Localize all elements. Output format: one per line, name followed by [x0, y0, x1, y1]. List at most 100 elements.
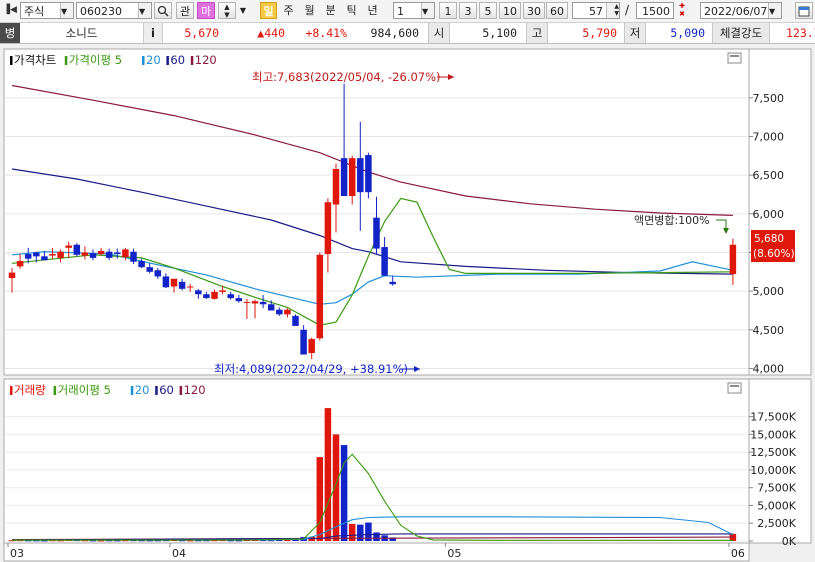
spin-button[interactable]: ▲ ▼	[218, 2, 236, 19]
legend-label: 거래량	[14, 383, 46, 397]
legend-label: 120	[184, 383, 206, 397]
volume-bar	[340, 445, 348, 541]
price-change: ▲440	[257, 26, 285, 40]
candle-body	[146, 267, 153, 272]
legend-swatch	[10, 56, 13, 65]
count-adjust-icon[interactable]: ✚ ✖	[675, 2, 689, 19]
candle-body	[81, 252, 89, 256]
count-input[interactable]: 57 ▲ ▼	[572, 2, 620, 19]
current-price: 5,670	[184, 26, 219, 40]
search-button[interactable]	[154, 2, 172, 19]
last-price-pct-label: (8.60%)	[753, 248, 795, 260]
period-tick-tab[interactable]: 틱	[343, 2, 360, 19]
volume-tick-label: 7,500K	[757, 482, 796, 495]
price-tick-label: 4,000	[753, 362, 785, 375]
low-price: 5,090	[670, 26, 705, 40]
candle-body	[373, 217, 380, 249]
stock-chart[interactable]: 가격차트 가격이평 5 20 60 120 거래량 거래이평 5 20 60 120 7,500…	[0, 44, 815, 562]
candle-body	[122, 249, 129, 258]
toolbar: ▐◀ 주식 ▼ 060230 ▼ 관 마 ▲ ▼ ▼ 일 주 월 분 틱 년 1 …	[0, 0, 815, 23]
code-input[interactable]: 060230 ▼	[76, 2, 152, 19]
interval-30-button[interactable]: 30	[523, 2, 545, 19]
legend-swatch	[179, 386, 183, 395]
volume-bar	[332, 434, 340, 541]
count-separator: /	[624, 3, 630, 17]
pane-maximize-icon[interactable]	[727, 52, 742, 64]
price-change-pct: +8.41%	[305, 26, 347, 40]
legend-swatch	[53, 386, 57, 395]
price-tick-label: 7,500	[753, 92, 785, 105]
volume-tick-label: 0K	[782, 535, 797, 548]
chevron-down-icon[interactable]: ▼	[421, 3, 434, 18]
stock-info-button[interactable]: i	[143, 23, 163, 43]
last-price-label: 5,680	[754, 233, 784, 245]
ma-button[interactable]: 마	[197, 2, 215, 19]
interval-5-button[interactable]: 5	[479, 2, 497, 19]
candle-body	[324, 202, 332, 255]
chevron-down-icon[interactable]: ▼	[60, 3, 73, 18]
interval-1-button[interactable]: 1	[439, 2, 457, 19]
candle-body	[24, 254, 32, 259]
candle-body	[292, 315, 299, 326]
candle-body	[243, 301, 251, 303]
price-tick-label: 4,500	[753, 324, 785, 337]
chevron-down-icon[interactable]: ▼	[768, 3, 781, 18]
pane-maximize-icon[interactable]	[727, 382, 742, 394]
high-label: 고	[526, 23, 548, 43]
chevron-down-icon[interactable]: ▼	[138, 3, 151, 18]
legend-label: 20	[135, 383, 150, 397]
price-tick-label: 6,500	[753, 169, 785, 182]
candle-body	[259, 301, 267, 305]
candle-body	[105, 251, 113, 258]
candle-body	[316, 254, 324, 339]
candle-body	[308, 339, 315, 353]
low-label: 저	[624, 23, 646, 43]
market-select[interactable]: 주식 ▼	[20, 2, 74, 19]
candle-body	[162, 276, 170, 288]
candle-body	[73, 244, 81, 255]
candle-body	[340, 158, 348, 197]
period-year-tab[interactable]: 년	[364, 2, 381, 19]
high-annotation: 최고:7,683(2022/05/04, -26.07%)	[252, 70, 441, 84]
low-annotation: 최저:4,089(2022/04/29, +38.91%)	[214, 362, 408, 376]
date-select[interactable]: 2022/06/07 ▼	[700, 2, 782, 19]
candle-body	[186, 286, 194, 288]
more-dropdown-icon[interactable]: ▼	[238, 2, 248, 19]
candle-body	[97, 250, 105, 255]
period-week-tab[interactable]: 주	[280, 2, 297, 19]
trade-volume: 984,600	[370, 26, 419, 40]
interval-10-button[interactable]: 10	[499, 2, 521, 19]
legend-swatch	[10, 386, 13, 395]
period-minute-tab[interactable]: 분	[322, 2, 339, 19]
candle-body	[33, 252, 40, 257]
candle-body	[219, 290, 226, 292]
strength-value: 123.7	[786, 26, 815, 40]
period-month-tab[interactable]: 월	[301, 2, 318, 19]
candle-body	[178, 281, 186, 289]
candle-body	[389, 281, 396, 285]
candle-body	[300, 329, 307, 355]
price-tick-label: 6,000	[753, 208, 785, 221]
period-day-tab[interactable]: 일	[260, 2, 277, 19]
strength-label: 체결강도	[712, 23, 770, 43]
stepper-icon[interactable]: ▲ ▼	[606, 3, 619, 18]
candle-body	[729, 244, 737, 275]
candle-body	[227, 294, 234, 299]
interval-3-button[interactable]: 3	[459, 2, 477, 19]
volume-tick-label: 2,500K	[757, 517, 796, 530]
interval-60-button[interactable]: 60	[546, 2, 568, 19]
candle-body	[49, 254, 56, 256]
code-input-value: 060230	[80, 5, 122, 18]
date-select-value: 2022/06/07	[704, 5, 768, 18]
interval-select[interactable]: 1 ▼	[393, 2, 435, 19]
candle-body	[130, 251, 137, 262]
count-total-input[interactable]: 1500	[636, 2, 674, 19]
watch-button[interactable]: 관	[176, 2, 194, 19]
calendar-button[interactable]	[795, 2, 813, 19]
volume-bar	[316, 457, 324, 541]
candle-body	[203, 294, 210, 299]
candle-body	[235, 298, 243, 302]
interval-select-value: 1	[397, 5, 404, 18]
candle-body	[381, 247, 388, 276]
market-dropdown-icon[interactable]: ▐◀	[2, 2, 18, 19]
